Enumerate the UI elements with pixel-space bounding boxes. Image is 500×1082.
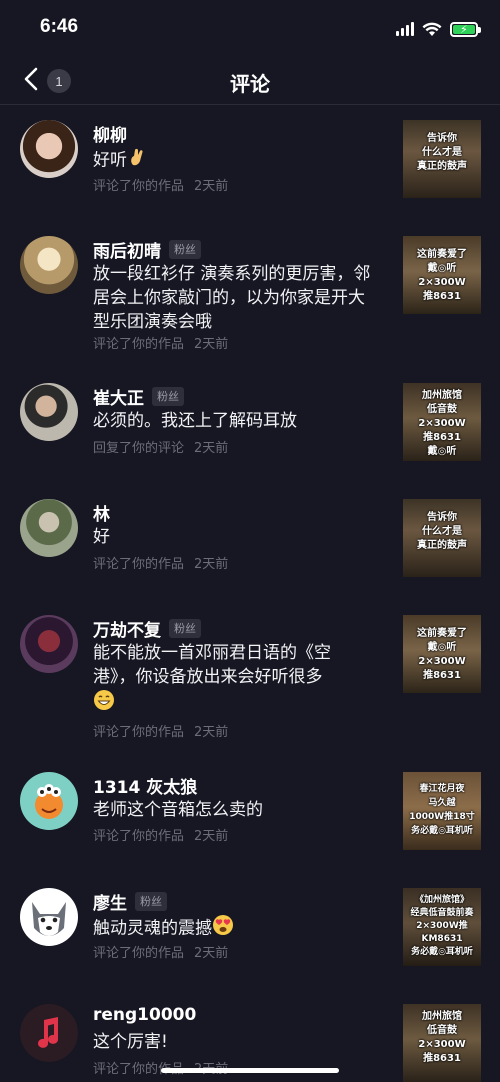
video-thumbnail[interactable]: 加州旅馆 低音鼓 2×300W 推8631	[403, 1004, 481, 1082]
avatar[interactable]	[20, 236, 78, 294]
header-divider	[0, 104, 500, 105]
comment-time: 2天前	[194, 946, 229, 961]
video-thumbnail[interactable]: 告诉你 什么才是 真正的鼓声	[403, 120, 481, 198]
status-time: 6:46	[40, 16, 79, 37]
comment-text: 好听	[93, 147, 373, 174]
comment-text: 能不能放一首邓丽君日语的《空港》，你设备放出来会好听很多	[93, 641, 373, 718]
video-thumbnail[interactable]: 这前奏爱了 戴◎听 2×300W 推8631	[403, 236, 481, 314]
comment-username[interactable]: 万劫不复 粉丝	[93, 616, 201, 641]
grin-face-emoji-icon	[93, 689, 115, 718]
comment-action: 评论了你的作品	[93, 557, 185, 572]
heart-eyes-face-emoji-icon	[212, 914, 234, 943]
comment-time: 2天前	[194, 725, 229, 740]
thumbnail-caption: 这前奏爱了 戴◎听 2×300W 推8631	[417, 249, 467, 302]
comment-action: 评论了你的作品	[93, 725, 185, 740]
home-indicator[interactable]	[161, 1068, 339, 1073]
video-thumbnail[interactable]: 《加州旅馆》 经典低音鼓前奏 2×300W推KM8631 务必戴◎耳机听	[403, 888, 481, 966]
comment-meta: 评论了你的作品 2天前	[93, 721, 228, 740]
comment-body: 触动灵魂的震撼	[93, 918, 212, 939]
comment-text: 好	[93, 527, 110, 547]
battery-icon: ⚡	[450, 21, 481, 37]
fan-badge: 粉丝	[135, 892, 167, 911]
comment-username[interactable]: 雨后初晴 粉丝	[93, 237, 201, 262]
thumbnail-caption: 春江花月夜 马久越 1000W推18寸 务必戴◎耳机听	[409, 784, 475, 836]
comment-action: 回复了你的评论	[93, 441, 185, 456]
comment-action: 评论了你的作品	[93, 179, 185, 194]
monster-avatar-icon	[35, 784, 63, 819]
avatar[interactable]	[20, 772, 78, 830]
nav-bar: 1 评论	[0, 56, 500, 104]
music-note-avatar-icon	[38, 1017, 59, 1048]
comment-time: 2天前	[194, 829, 229, 844]
wifi-icon	[422, 22, 442, 36]
video-thumbnail[interactable]: 这前奏爱了 戴◎听 2×300W 推8631	[403, 615, 481, 693]
avatar[interactable]	[20, 499, 78, 557]
comment-meta: 评论了你的作品 2天前	[93, 942, 228, 961]
status-bar: 6:46 ⚡	[0, 0, 500, 56]
fan-badge: 粉丝	[152, 387, 184, 406]
thumbnail-caption: 告诉你 什么才是 真正的鼓声	[417, 512, 467, 551]
username-text: 万劫不复	[93, 621, 161, 641]
fan-badge: 粉丝	[169, 240, 201, 259]
comment-meta: 评论了你的作品 2天前	[93, 553, 228, 572]
comment-action: 评论了你的作品	[93, 829, 185, 844]
comment-text: 触动灵魂的震撼	[93, 914, 373, 943]
comment-time: 2天前	[194, 441, 229, 456]
avatar[interactable]	[20, 1004, 78, 1062]
video-thumbnail[interactable]: 加州旅馆 低音鼓 2×300W 推8631 戴◎听	[403, 383, 481, 461]
comment-text: 这个厉害!	[93, 1032, 168, 1052]
comment-text: 老师这个音箱怎么卖的	[93, 800, 263, 820]
username-text: 林	[93, 505, 110, 525]
comment-body: 好听	[93, 150, 127, 171]
pinch-hand-emoji-icon	[127, 147, 147, 174]
avatar[interactable]	[20, 615, 78, 673]
comment-username[interactable]: 1314 灰太狼	[93, 773, 197, 798]
thumbnail-caption: 《加州旅馆》 经典低音鼓前奏 2×300W推KM8631 务必戴◎耳机听	[410, 895, 474, 957]
thumbnail-caption: 加州旅馆 低音鼓 2×300W 推8631	[418, 1011, 466, 1064]
video-thumbnail[interactable]: 告诉你 什么才是 真正的鼓声	[403, 499, 481, 577]
comment-username[interactable]: 柳柳	[93, 121, 127, 146]
thumbnail-caption: 加州旅馆 低音鼓 2×300W 推8631 戴◎听	[418, 390, 466, 457]
comment-meta: 评论了你的作品 2天前	[93, 333, 228, 352]
comment-username[interactable]: 林	[93, 500, 110, 525]
comment-meta: 回复了你的评论 2天前	[93, 437, 228, 456]
avatar[interactable]	[20, 888, 78, 946]
comment-meta: 评论了你的作品 2天前	[93, 825, 228, 844]
video-thumbnail[interactable]: 春江花月夜 马久越 1000W推18寸 务必戴◎耳机听	[403, 772, 481, 850]
username-text: reng10000	[93, 1005, 197, 1025]
username-text: 崔大正	[93, 389, 144, 409]
husky-avatar-icon	[32, 902, 66, 936]
comment-action: 评论了你的作品	[93, 337, 185, 352]
comment-action: 评论了你的作品	[93, 946, 185, 961]
avatar[interactable]	[20, 120, 78, 178]
username-text: 廖生	[93, 894, 127, 914]
status-icons: ⚡	[396, 20, 481, 38]
comment-text: 必须的。我还上了解码耳放	[93, 411, 297, 431]
comment-body: 能不能放一首邓丽君日语的《空港》，你设备放出来会好听很多	[93, 643, 331, 687]
fan-badge: 粉丝	[169, 619, 201, 638]
comment-time: 2天前	[194, 179, 229, 194]
thumbnail-caption: 告诉你 什么才是 真正的鼓声	[417, 133, 467, 172]
cellular-signal-icon	[396, 22, 414, 36]
comment-meta: 评论了你的作品 2天前	[93, 175, 228, 194]
avatar[interactable]	[20, 383, 78, 441]
thumbnail-caption: 这前奏爱了 戴◎听 2×300W 推8631	[417, 628, 467, 681]
comment-username[interactable]: 廖生 粉丝	[93, 889, 167, 914]
username-text: 雨后初晴	[93, 242, 161, 262]
comment-time: 2天前	[194, 557, 229, 572]
comment-username[interactable]: reng10000	[93, 1005, 196, 1025]
page-title: 评论	[230, 72, 270, 96]
username-text: 1314 灰太狼	[93, 778, 198, 798]
username-text: 柳柳	[93, 126, 127, 146]
comment-time: 2天前	[194, 337, 229, 352]
comment-username[interactable]: 崔大正 粉丝	[93, 384, 184, 409]
comment-text: 放一段红衫仔 演奏系列的更厉害，邻居会上你家敲门的，以为你家是开大型乐团演奏会哦	[93, 264, 371, 332]
